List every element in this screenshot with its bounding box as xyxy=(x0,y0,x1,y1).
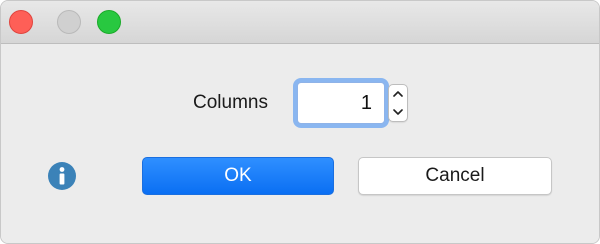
title-bar xyxy=(1,1,599,44)
columns-field-wrapper xyxy=(297,82,385,124)
columns-stepper[interactable] xyxy=(388,84,408,122)
columns-input[interactable] xyxy=(298,83,384,123)
chevron-down-icon xyxy=(393,109,403,115)
zoom-window-button[interactable] xyxy=(97,10,121,34)
chevron-up-icon xyxy=(393,91,403,97)
dialog-content: Columns OK Cancel xyxy=(1,44,599,243)
close-window-button[interactable] xyxy=(9,10,33,34)
ok-button[interactable]: OK xyxy=(142,157,334,195)
minimize-window-button[interactable] xyxy=(57,10,81,34)
dialog-window: Columns OK Cancel xyxy=(0,0,600,244)
columns-label: Columns xyxy=(193,92,268,113)
stepper-down-button[interactable] xyxy=(389,103,407,121)
stepper-up-button[interactable] xyxy=(389,85,407,103)
cancel-button[interactable]: Cancel xyxy=(358,157,552,195)
info-icon xyxy=(48,162,76,190)
